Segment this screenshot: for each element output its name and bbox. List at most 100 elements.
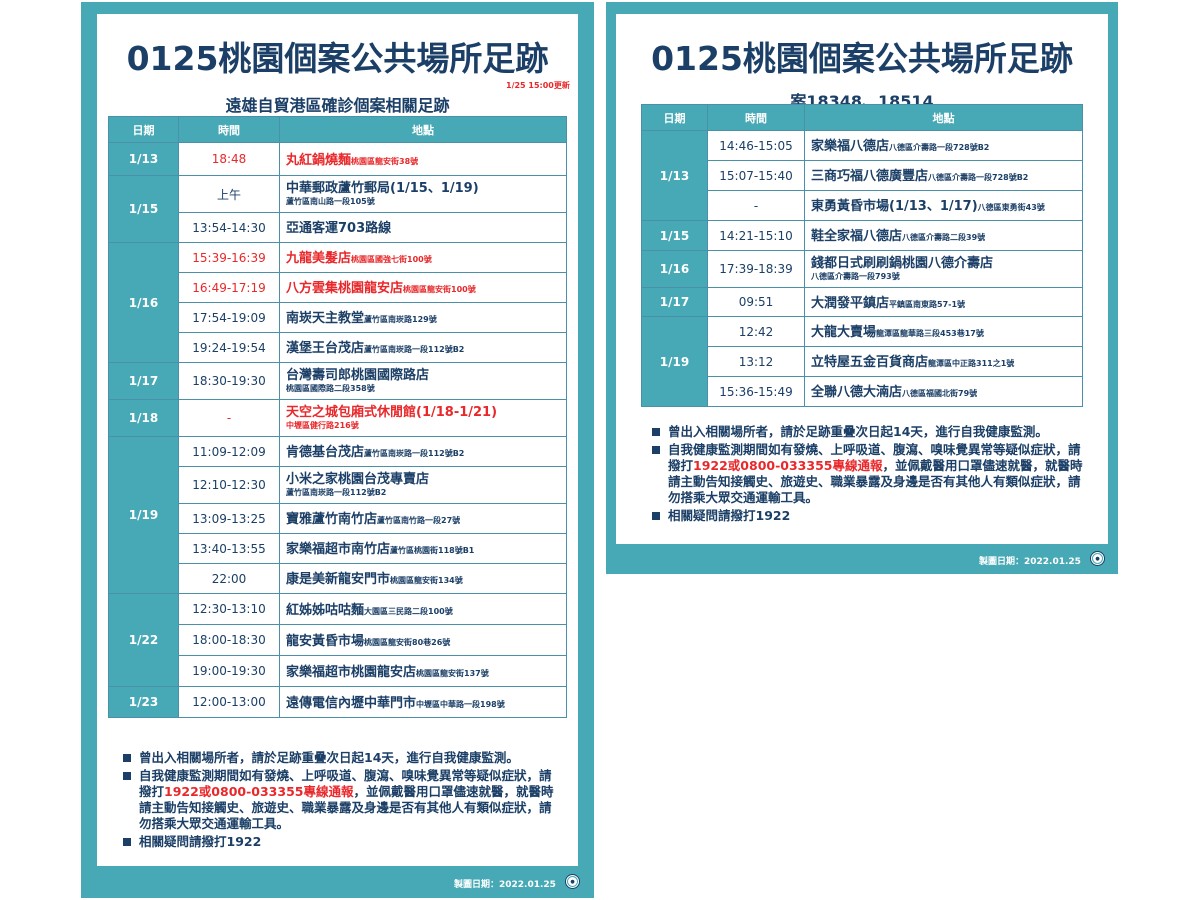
table-header-row: 日期 時間 地點	[108, 116, 567, 143]
bullet-square-icon	[123, 772, 131, 780]
note-item: 曾出入相關場所者，請於足跡重疊次日起14天，進行自我健康監測。	[121, 750, 561, 766]
header-place: 地點	[804, 104, 1083, 131]
place-address: 桃園區龍安街100號	[403, 285, 476, 295]
time-cell: 13:12	[707, 346, 805, 377]
time-cell: 12:00-13:00	[178, 686, 280, 718]
table-row: 1/13 14:46-15:05 家樂福八德店八德區介壽路一段728號B2	[641, 130, 1083, 221]
time-cell: 22:00	[178, 563, 280, 594]
time-cell: 17:54-19:09	[178, 302, 280, 333]
place-name: 家樂福超市南竹店	[286, 542, 391, 558]
time-cell: 12:10-12:30	[178, 466, 280, 504]
place-cell: 家樂福超市桃園龍安店桃園區龍安街137號	[279, 655, 567, 687]
place-cell: 龍安黃昏市場桃園區龍安街80巷26號	[279, 624, 567, 656]
place-name: 亞通客運703路線	[286, 221, 392, 237]
place-cell: 鞋全家福八德店八德區介壽路二段39號	[804, 220, 1083, 251]
time-cell: 15:36-15:49	[707, 376, 805, 407]
header-date: 日期	[641, 104, 708, 131]
place-cell: 南崁天主教堂蘆竹區南崁路129號	[279, 302, 567, 333]
place-name: 錢都日式刷刷鍋桃園八德介壽店	[811, 255, 994, 271]
place-name: 寶雅蘆竹南竹店	[286, 512, 378, 528]
place-name: 漢堡王台茂店	[286, 341, 365, 357]
header-time: 時間	[178, 116, 280, 143]
place-address: 龍潭區中正路311之1號	[928, 359, 1015, 369]
table-row: 1/13 18:48 丸紅鍋燒麵桃園區龍安街38號	[108, 142, 567, 176]
place-address: 平鎮區南東路57-1號	[889, 299, 966, 309]
table-row: 1/15 14:21-15:10 鞋全家福八德店八德區介壽路二段39號	[641, 220, 1083, 251]
table-row: 15:07-15:40 三商巧福八德廣豐店八德區介壽路一段728號B2	[642, 160, 1083, 191]
left-footer-date: 製圖日期：2022.01.25	[454, 880, 556, 890]
place-cell: 丸紅鍋燒麵桃園區龍安街38號	[279, 142, 567, 176]
time-cell: 11:09-12:09	[178, 436, 280, 467]
place-cell: 家樂福八德店八德區介壽路一段728號B2	[804, 130, 1083, 161]
table-row: 1/15 上午 中華郵政蘆竹郵局(1/15、1/19) 蘆竹區南山路一段105號	[108, 175, 567, 243]
date-cell: 1/17	[108, 362, 179, 400]
table-row: 1/22 12:30-13:10 紅姊姊咕咕麵大園區三民路二段100號	[108, 593, 567, 687]
place-cell: 大潤發平鎮店平鎮區南東路57-1號	[804, 287, 1083, 317]
right-poster: 0125桃園個案公共場所足跡 案18348、18514 日期 時間 地點 1/1…	[606, 2, 1118, 574]
place-address: 八德區東勇街43號	[977, 203, 1045, 213]
table-row: 1/17 18:30-19:30 台灣壽司郎桃園國際路店 桃園區國際路二段358號	[108, 362, 567, 400]
table-row: 1/19 11:09-12:09 肯德基台茂店蘆竹區南崁路一段112號B2	[108, 436, 567, 594]
place-cell: 亞通客運703路線	[279, 212, 567, 243]
place-address: 桃園區龍安街137號	[416, 668, 489, 678]
place-name: 鞋全家福八德店	[811, 229, 903, 245]
table-row: 1/23 12:00-13:00 遠傳電信內壢中華門市中壢區中華路一段198號	[108, 686, 567, 718]
left-footprint-table: 日期 時間 地點 1/13 18:48 丸紅鍋燒麵桃園區龍安街38號 1/15 …	[108, 116, 567, 718]
place-address: 蘆竹區南崁路一段112號B2	[364, 449, 465, 459]
place-cell: 中華郵政蘆竹郵局(1/15、1/19) 蘆竹區南山路一段105號	[279, 175, 567, 213]
place-cell: 家樂福超市南竹店蘆竹區桃園街118號B1	[279, 533, 567, 564]
place-name: 立特屋五金百貨商店	[811, 355, 929, 371]
time-cell: 18:30-19:30	[178, 362, 280, 400]
time-cell: 14:21-15:10	[707, 220, 805, 251]
place-name: 小米之家桃園台茂專賣店	[286, 471, 430, 487]
place-address: 八德區介壽路二段39號	[902, 233, 986, 243]
place-name: 龍安黃昏市場	[286, 633, 365, 649]
time-cell: 上午	[178, 175, 280, 213]
table-row: 1/16 15:39-16:39 九龍美髮店桃園區國強七街100號	[108, 242, 567, 363]
time-cell: 19:00-19:30	[178, 655, 280, 687]
place-name: 大龍大賣場	[811, 325, 877, 341]
place-name: 家樂福八德店	[811, 139, 890, 155]
time-cell: 19:24-19:54	[178, 332, 280, 363]
place-cell: 紅姊姊咕咕麵大園區三民路二段100號	[279, 593, 567, 625]
date-cell: 1/22	[108, 593, 179, 687]
left-poster-body: 0125桃園個案公共場所足跡 1/25 15:00更新 遠雄自貿港區確診個案相關…	[97, 14, 578, 866]
place-name: 東勇黃昏市場(1/13、1/17)	[811, 199, 978, 215]
place-address: 桃園區龍安街80巷26號	[364, 637, 451, 647]
time-cell: -	[178, 399, 280, 437]
left-poster: 0125桃園個案公共場所足跡 1/25 15:00更新 遠雄自貿港區確診個案相關…	[81, 2, 594, 898]
note-item: 相關疑問請撥打1922	[121, 834, 561, 850]
time-cell: 12:30-13:10	[178, 593, 280, 625]
time-cell: 09:51	[707, 287, 805, 317]
place-cell: 台灣壽司郎桃園國際路店 桃園區國際路二段358號	[279, 362, 567, 400]
place-cell: 天空之城包廂式休閒館(1/18-1/21) 中壢區健行路216號	[279, 399, 567, 437]
right-notes: 曾出入相關場所者，請於足跡重疊次日起14天，進行自我健康監測。 自我健康監測期間…	[650, 424, 1090, 526]
table-row: 1/19 12:42 大龍大賣場龍潭區龍華路三段453巷17號	[641, 316, 1083, 407]
place-cell: 九龍美髮店桃園區國強七街100號	[279, 242, 567, 273]
right-poster-body: 0125桃園個案公共場所足跡 案18348、18514 日期 時間 地點 1/1…	[616, 14, 1108, 544]
bullet-square-icon	[652, 512, 660, 520]
place-cell: 遠傳電信內壢中華門市中壢區中華路一段198號	[279, 686, 567, 718]
place-name: 八方雲集桃園龍安店	[286, 281, 404, 297]
place-name: 肯德基台茂店	[286, 445, 365, 461]
right-poster-title: 0125桃園個案公共場所足跡	[651, 39, 1073, 78]
time-cell: 16:49-17:19	[178, 272, 280, 303]
date-cell: 1/16	[641, 250, 708, 288]
table-row: 13:12 立特屋五金百貨商店龍潭區中正路311之1號	[642, 346, 1083, 377]
right-footer-date: 製圖日期：2022.01.25	[979, 557, 1081, 567]
bullet-square-icon	[123, 754, 131, 762]
table-header-row: 日期 時間 地點	[641, 104, 1083, 131]
date-cell: 1/18	[108, 399, 179, 437]
update-note: 1/25 15:00更新	[506, 81, 570, 90]
header-place: 地點	[279, 116, 567, 143]
place-cell: 肯德基台茂店蘆竹區南崁路一段112號B2	[279, 436, 567, 467]
place-address: 八德區介壽路一段728號B2	[889, 143, 990, 153]
government-seal-icon: ●	[565, 874, 580, 889]
place-name: 全聯八德大湳店	[811, 385, 903, 401]
place-address: 桃園區龍安街38號	[351, 156, 419, 166]
date-cell: 1/13	[641, 130, 708, 221]
date-cell: 1/15	[108, 175, 179, 243]
place-name: 天空之城包廂式休閒館(1/18-1/21)	[286, 404, 498, 420]
place-address: 八德區介壽路一段793號	[811, 271, 900, 281]
date-cell: 1/17	[641, 287, 708, 317]
